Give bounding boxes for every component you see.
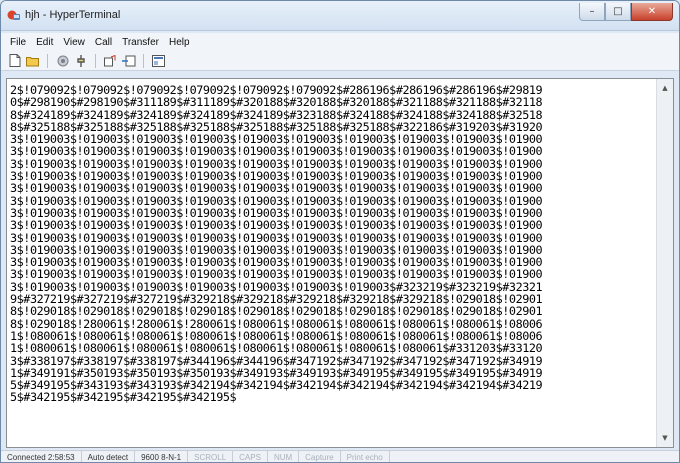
vertical-scrollbar[interactable]: ▲ ▼	[656, 79, 673, 447]
terminal-output[interactable]: 2$!079092$!079092$!079092$!079092$!07909…	[10, 84, 652, 444]
num-indicator: NUM	[268, 451, 300, 462]
menu-view[interactable]: View	[58, 37, 90, 48]
menu-file[interactable]: File	[5, 37, 31, 48]
toolbar-separator	[143, 53, 144, 68]
connect-icon[interactable]	[55, 53, 70, 68]
minimize-button[interactable]: –	[579, 3, 605, 21]
terminal-line: 8$!029018$!029018$!029018$!029018$!02901…	[10, 304, 543, 319]
connection-status: Connected 2:58:53	[1, 451, 82, 462]
status-bar: Connected 2:58:53 Auto detect 9600 8-N-1…	[1, 450, 679, 462]
menu-bar: File Edit View Call Transfer Help	[1, 33, 679, 51]
menu-call[interactable]: Call	[90, 37, 117, 48]
send-icon[interactable]	[103, 53, 118, 68]
hyperterminal-window: hjh - HyperTerminal – □ ✕ File Edit View…	[0, 0, 680, 463]
terminal-line: 5$#342195$#342195$#342195$#342195$	[10, 390, 237, 405]
menu-edit[interactable]: Edit	[31, 37, 58, 48]
close-button[interactable]: ✕	[631, 3, 673, 21]
terminal-line: 3$#338197$#338197$#338197$#344196$#34419…	[10, 353, 543, 368]
port-settings: 9600 8-N-1	[135, 451, 189, 462]
receive-icon[interactable]	[121, 53, 136, 68]
caption-buttons: – □ ✕	[579, 3, 673, 21]
terminal-line: 1$!080061$!080061$!080061$!080061$!08006…	[10, 341, 543, 356]
terminal-line: 3$!019003$!019003$!019003$!019003$!01900…	[10, 181, 543, 196]
new-document-icon[interactable]	[7, 53, 22, 68]
properties-icon[interactable]	[151, 53, 166, 68]
open-folder-icon[interactable]	[25, 53, 40, 68]
menu-transfer[interactable]: Transfer	[117, 37, 164, 48]
scroll-up-icon[interactable]: ▲	[658, 80, 672, 96]
terminal-line: 0$#298190$#298190$#311189$#311189$#32018…	[10, 95, 543, 110]
maximize-button[interactable]: □	[605, 3, 631, 21]
title-bar[interactable]: hjh - HyperTerminal – □ ✕	[1, 1, 679, 31]
terminal-line: 3$!019003$!019003$!019003$!019003$!01900…	[10, 230, 543, 245]
terminal-line: 3$!019003$!019003$!019003$!019003$!01900…	[10, 218, 543, 233]
terminal-line: 3$!019003$!019003$!019003$!019003$!01900…	[10, 267, 543, 282]
terminal-line: 3$!019003$!019003$!019003$!019003$!01900…	[10, 144, 543, 159]
print-echo-indicator: Print echo	[341, 451, 390, 462]
caps-indicator: CAPS	[233, 451, 268, 462]
capture-indicator: Capture	[299, 451, 341, 462]
toolbar	[1, 51, 679, 71]
toolbar-separator	[47, 53, 48, 68]
hyperterminal-app-icon[interactable]	[7, 9, 21, 23]
scroll-indicator: SCROLL	[188, 451, 234, 462]
scroll-down-icon[interactable]: ▼	[658, 430, 672, 446]
terminal-area[interactable]: 2$!079092$!079092$!079092$!079092$!07909…	[6, 78, 674, 448]
detect-status: Auto detect	[82, 451, 136, 462]
window-title: hjh - HyperTerminal	[25, 9, 121, 21]
menu-help[interactable]: Help	[164, 37, 195, 48]
toolbar-separator	[95, 53, 96, 68]
disconnect-icon[interactable]	[73, 53, 88, 68]
